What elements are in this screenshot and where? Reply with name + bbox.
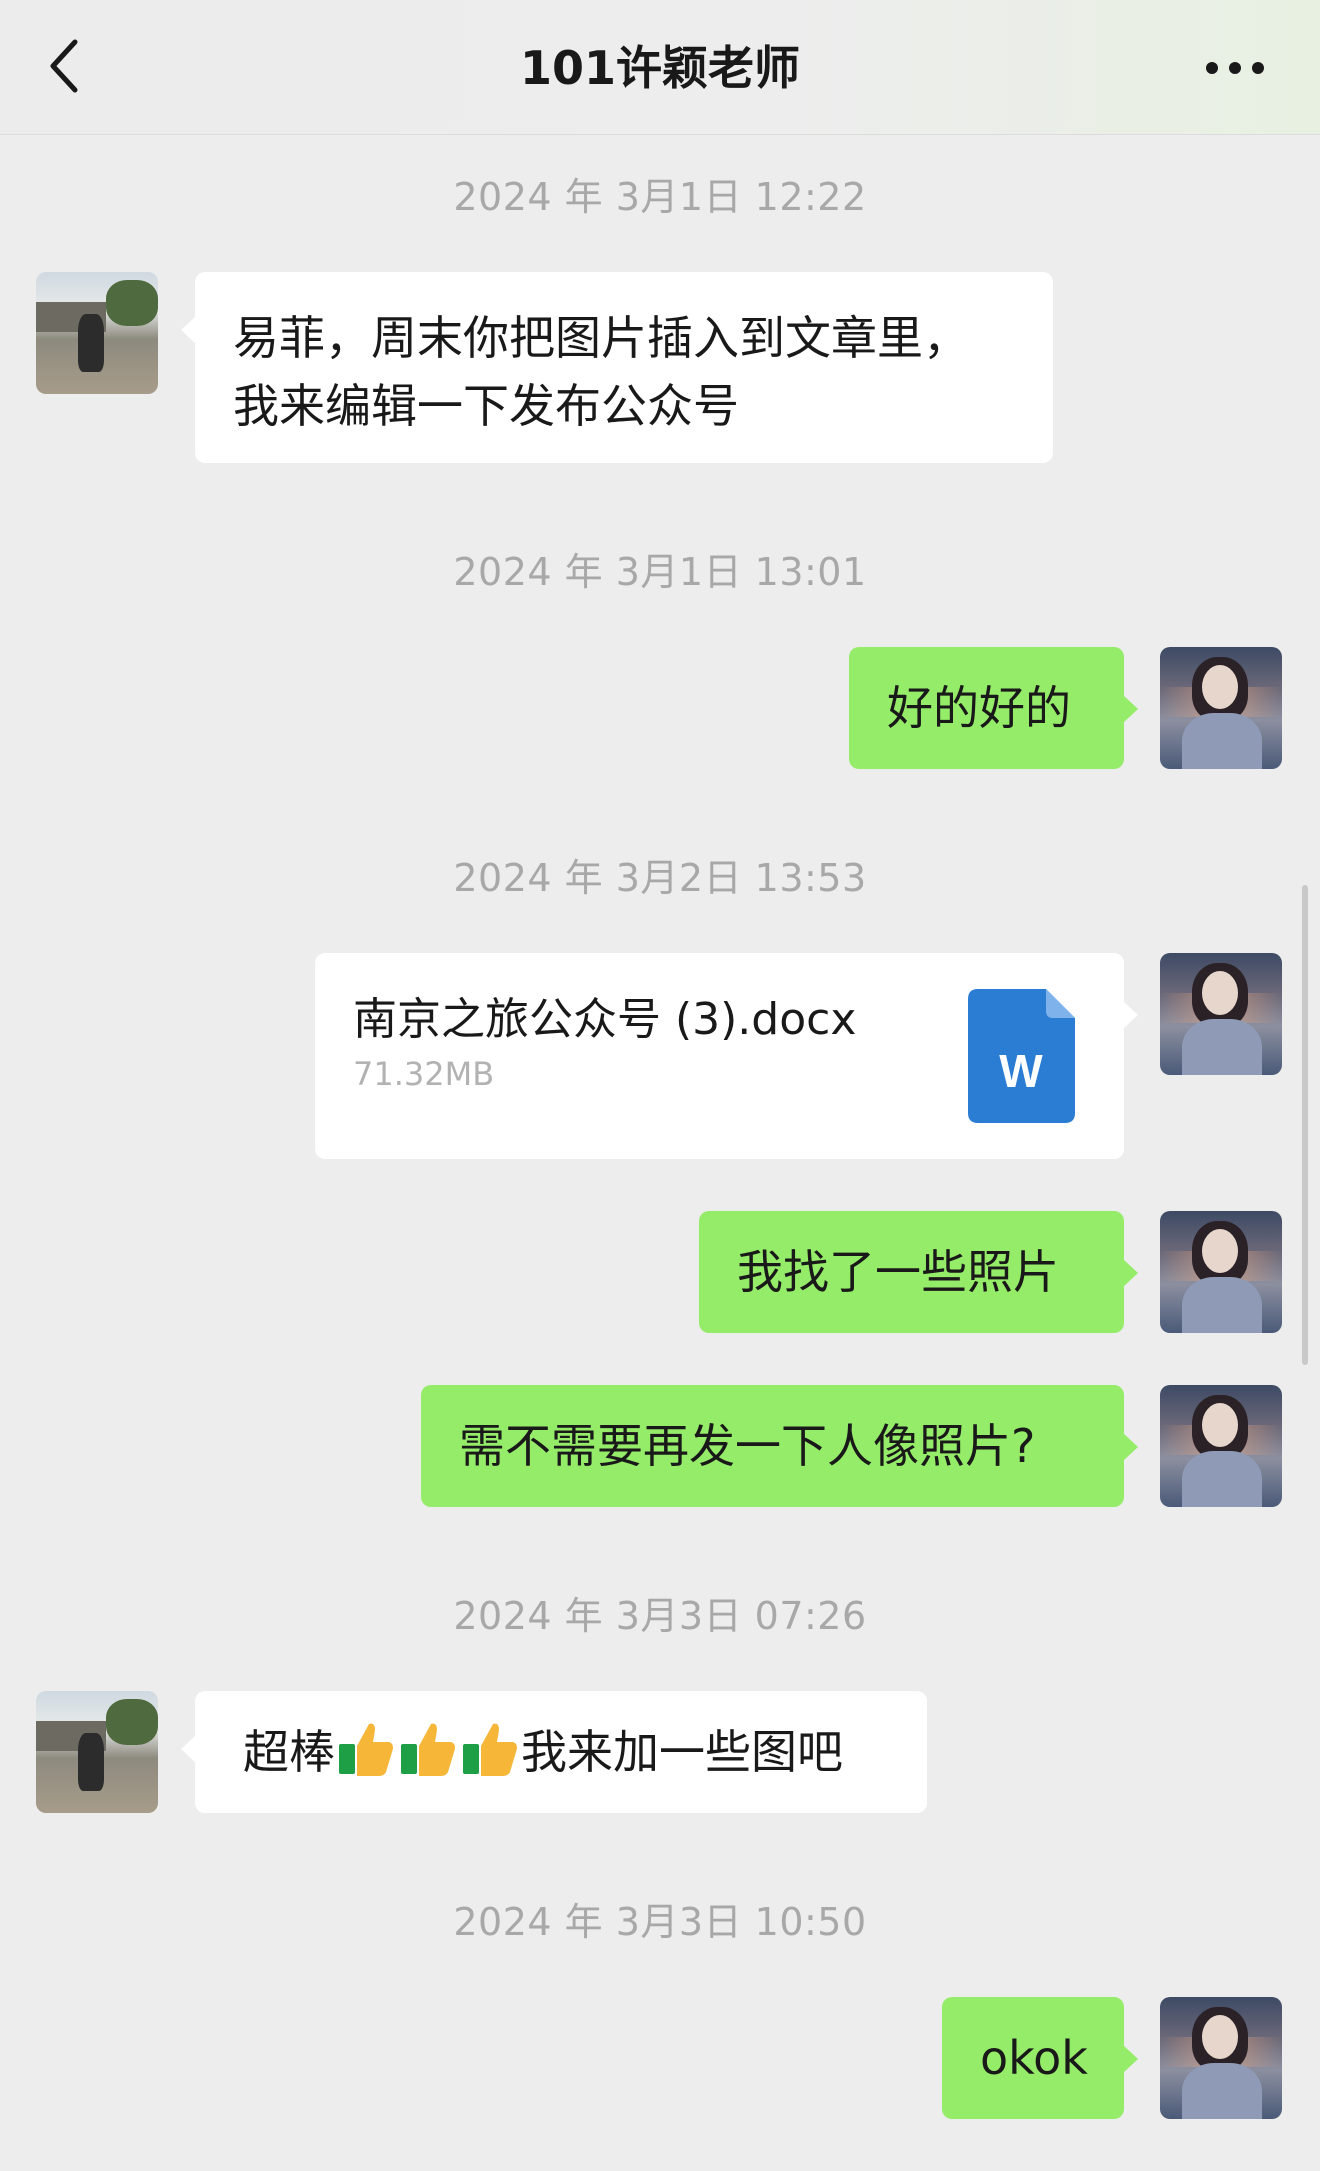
- message-timestamp: 2024 年 3月1日 13:01: [453, 550, 867, 594]
- file-name: 南京之旅公众号 (3).docx: [353, 994, 857, 1045]
- message-timestamp: 2024 年 3月2日 13:53: [453, 856, 867, 900]
- my-avatar[interactable]: [1160, 647, 1282, 769]
- message-text: 需不需要再发一下人像照片?: [459, 1419, 1036, 1473]
- message-timestamp: 2024 年 3月3日 07:26: [453, 1594, 867, 1638]
- word-icon-letter: W: [999, 1045, 1043, 1097]
- message-bubble-sent[interactable]: okok: [942, 1997, 1138, 2119]
- contact-avatar[interactable]: [36, 1691, 158, 1813]
- back-button[interactable]: [30, 30, 100, 102]
- word-document-icon: W: [968, 989, 1075, 1123]
- thumbs-up-icon: [463, 1723, 517, 1776]
- message-bubble-sent[interactable]: 好的好的: [849, 647, 1138, 769]
- chevron-left-icon: [50, 39, 78, 93]
- message-timestamp: 2024 年 3月3日 10:50: [453, 1900, 867, 1944]
- ellipsis-icon: [1206, 62, 1264, 74]
- message-bubble-received[interactable]: 超棒 我来加一些图吧: [181, 1691, 927, 1813]
- message-text: 我找了一些照片: [737, 1245, 1059, 1299]
- message-bubble-received[interactable]: 易菲，周末你把图片插入到文章里， 我来编辑一下发布公众号: [181, 272, 1053, 463]
- my-avatar[interactable]: [1160, 1997, 1282, 2119]
- thumbs-up-icon: [401, 1723, 455, 1776]
- my-avatar[interactable]: [1160, 1211, 1282, 1333]
- file-size: 71.32MB: [353, 1055, 495, 1093]
- message-text: okok: [980, 2031, 1088, 2085]
- message-text: 好的好的: [887, 681, 1071, 735]
- chat-header: 101许颖老师: [0, 0, 1320, 135]
- my-avatar[interactable]: [1160, 1385, 1282, 1507]
- file-message-card[interactable]: 南京之旅公众号 (3).docx 71.32MB W: [315, 953, 1138, 1159]
- thumbs-up-icon: [339, 1723, 393, 1776]
- message-text-line: 我来编辑一下发布公众号: [233, 379, 739, 433]
- message-bubble-sent[interactable]: 需不需要再发一下人像照片?: [421, 1385, 1138, 1507]
- chat-title: 101许颖老师: [519, 41, 801, 95]
- message-text: 超棒: [243, 1725, 335, 1779]
- message-timestamp: 2024 年 3月1日 12:22: [453, 175, 867, 219]
- my-avatar[interactable]: [1160, 953, 1282, 1075]
- message-text: 我来加一些图吧: [521, 1725, 843, 1779]
- chat-scrollbar[interactable]: [1302, 885, 1308, 1365]
- message-bubble-sent[interactable]: 我找了一些照片: [699, 1211, 1138, 1333]
- message-text-line: 易菲，周末你把图片插入到文章里，: [233, 311, 969, 365]
- contact-avatar[interactable]: [36, 272, 158, 394]
- more-button[interactable]: [1190, 36, 1280, 100]
